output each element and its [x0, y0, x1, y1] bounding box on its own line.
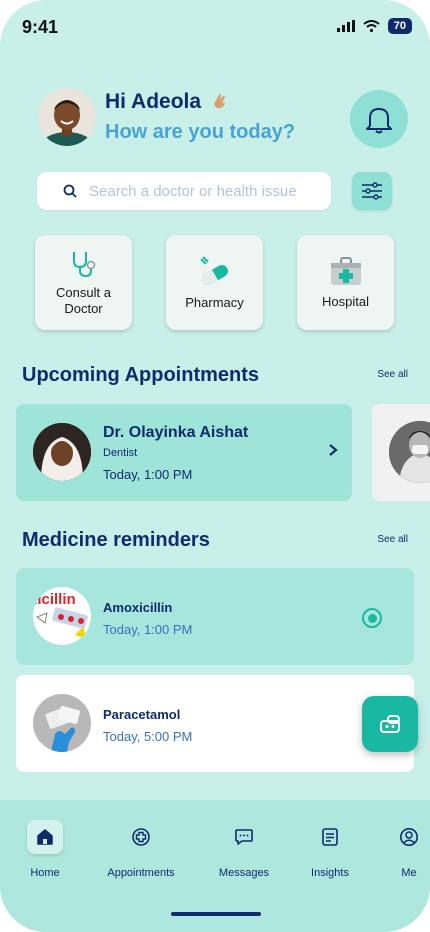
chat-bot-button[interactable]	[362, 696, 418, 752]
sliders-icon	[362, 182, 382, 200]
nav-home[interactable]: Home	[0, 820, 90, 879]
doctor-avatar	[389, 421, 430, 483]
greeting-subtitle: How are you today?	[105, 121, 296, 143]
filter-button[interactable]	[352, 172, 392, 210]
user-icon	[400, 828, 418, 846]
doctor-name: Dr. Olayinka Aishat	[103, 424, 249, 441]
chevron-right-icon[interactable]	[328, 443, 338, 457]
nav-insights[interactable]: Insights	[285, 820, 375, 879]
search-bar	[37, 172, 331, 210]
nav-insights-label: Insights	[311, 867, 349, 879]
consult-doctor-card[interactable]: Consult a Doctor	[35, 235, 132, 330]
svg-text:xicillin: xicillin	[33, 591, 76, 608]
search-input[interactable]	[87, 181, 331, 201]
appointment-card[interactable]: Dr. Olayinka Aishat Dentist Today, 1:00 …	[16, 404, 352, 501]
user-avatar[interactable]	[38, 88, 96, 146]
document-icon	[322, 828, 338, 846]
status-bar: 9:41 70	[0, 0, 430, 56]
search-icon	[63, 184, 77, 198]
greeting-title: Hi Adeola	[105, 90, 229, 114]
medicine-reminder-card[interactable]: xicillin Amoxicillin Today, 1:00 PM	[16, 568, 414, 665]
medicine-name: Amoxicillin	[103, 600, 173, 615]
status-time: 9:41	[22, 17, 59, 37]
reminder-radio-selected[interactable]	[362, 608, 382, 628]
home-icon	[37, 829, 53, 845]
signal-icon	[336, 20, 355, 32]
appointment-card-next[interactable]	[372, 404, 430, 501]
nav-appointments-label: Appointments	[107, 867, 175, 879]
message-icon	[235, 829, 253, 845]
doctor-specialty: Dentist	[103, 447, 138, 459]
medicine-name: Paracetamol	[103, 707, 181, 722]
consult-doctor-label: Consult a Doctor	[56, 284, 111, 316]
bot-icon	[380, 715, 400, 733]
nav-me-label: Me	[401, 867, 417, 879]
nav-messages-label: Messages	[218, 867, 270, 879]
nav-messages[interactable]: Messages	[199, 820, 289, 879]
wifi-icon	[363, 20, 380, 32]
notifications-button[interactable]	[350, 90, 408, 148]
nav-me[interactable]: Me	[364, 820, 430, 879]
app-screen: 9:41 70 Hi Adeola How are you today? Sea…	[0, 0, 430, 932]
battery-indicator: 70	[387, 18, 412, 34]
waving-hand-icon	[214, 94, 225, 109]
hospital-label: Hospital	[322, 293, 369, 309]
nav-appointments[interactable]: Appointments	[96, 820, 186, 879]
first-aid-kit-icon	[330, 256, 361, 285]
pill-icon	[199, 255, 228, 285]
nav-home-label: Home	[30, 867, 60, 879]
home-indicator	[171, 912, 261, 916]
medicine-time: Today, 5:00 PM	[103, 729, 193, 744]
appointments-see-all-link[interactable]: See all	[377, 369, 408, 380]
appointments-section-title: Upcoming Appointments	[22, 364, 260, 386]
stethoscope-icon	[72, 251, 95, 277]
hospital-card[interactable]: Hospital	[297, 235, 394, 330]
bell-icon	[366, 108, 392, 134]
medical-cross-circle-icon	[132, 828, 150, 846]
medicine-see-all-link[interactable]: See all	[377, 534, 408, 545]
medicine-time: Today, 1:00 PM	[103, 622, 193, 637]
appointment-time: Today, 1:00 PM	[103, 467, 193, 482]
amoxicillin-image: xicillin	[33, 587, 91, 645]
paracetamol-image	[33, 694, 91, 752]
pharmacy-card[interactable]: Pharmacy	[166, 235, 263, 330]
pharmacy-label: Pharmacy	[185, 294, 244, 310]
doctor-avatar	[33, 423, 91, 481]
medicine-reminder-card[interactable]: Paracetamol Today, 5:00 PM	[16, 675, 414, 772]
medicine-section-title: Medicine reminders	[22, 529, 210, 551]
